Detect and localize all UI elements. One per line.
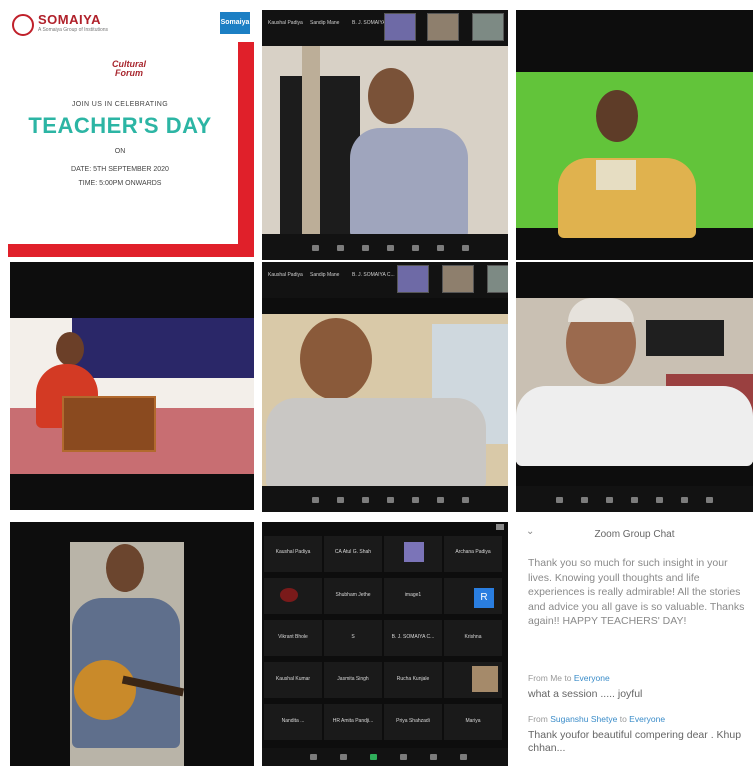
gallery-view-tile[interactable]: Kaushal Padiya CA Atul G. Shah Archana P… — [262, 522, 508, 766]
person-torso — [266, 398, 486, 488]
harmonium — [62, 396, 156, 452]
poster-red-border-vertical — [238, 42, 254, 257]
poster-time: TIME: 5:00PM ONWARDS — [78, 180, 162, 187]
shadow-area — [280, 76, 360, 234]
poster-headline: TEACHER'S DAY — [28, 113, 212, 138]
cultural-forum-logo: Cultural Forum — [111, 59, 146, 78]
person-head — [596, 90, 638, 142]
participant-thumbnail[interactable] — [487, 265, 508, 293]
chat-message: Thank you so much for such insight in yo… — [528, 557, 745, 627]
strip-name: Kaushal Padiya — [268, 20, 303, 26]
gallery-participant-name: Krishna — [464, 634, 482, 640]
gallery-participant-name: Rucha Kunjale — [396, 676, 430, 682]
gallery-participant-name: Shubham Jethe — [335, 592, 371, 598]
chat-sender-line: From Me to Everyone — [528, 673, 610, 683]
participant-avatar — [404, 542, 424, 562]
gallery-participant-name: Vikrant Bhole — [278, 634, 308, 640]
person-head — [106, 544, 144, 592]
chat-message: Thank youfor beautiful compering dear . … — [528, 729, 742, 754]
person-head — [300, 318, 372, 400]
video-feed — [70, 542, 185, 766]
gallery-participant-name: HR Amita Pandji... — [332, 718, 374, 724]
participant-strip: Kaushal Padiya Sandip Mane B. J. SOMAIYA… — [262, 262, 508, 298]
garment — [596, 160, 636, 190]
person-torso — [350, 128, 468, 238]
chat-recipient[interactable]: Everyone — [574, 673, 610, 683]
participant-thumbnail[interactable] — [427, 13, 459, 41]
zoom-toolbar — [262, 234, 508, 260]
video-tile-speaker-3[interactable]: Kaushal Padiya Sandip Mane B. J. SOMAIYA… — [262, 262, 508, 512]
brand-name: SOMAIYA — [38, 12, 101, 27]
teachers-day-poster: SOMAIYA A Somaiya Group of Institutions … — [0, 0, 254, 257]
participant-thumbnail[interactable] — [384, 13, 416, 41]
zoom-toolbar — [262, 486, 508, 512]
chat-sender-prefix: From Me to — [528, 673, 572, 683]
background-box — [646, 320, 724, 356]
poster-date: DATE: 5TH SEPTEMBER 2020 — [71, 166, 169, 173]
chat-recipient[interactable]: Everyone — [629, 714, 665, 724]
video-feed — [516, 72, 753, 238]
gallery-participant-name: Jasmita Singh — [337, 676, 369, 682]
poster-join-text: JOIN US IN CELEBRATING — [71, 101, 169, 108]
somaiya-logo-icon — [12, 14, 34, 36]
zoom-toolbar — [262, 748, 508, 766]
participant-strip: Kaushal Padiya Sandip Mane B. J. SOMAIYA… — [262, 10, 508, 46]
video-tile-musician-1[interactable] — [10, 262, 254, 510]
video-tile-speaker-4[interactable] — [516, 262, 753, 512]
chat-title: Zoom Group Chat — [594, 529, 675, 540]
strip-name: Sandip Mane — [310, 272, 340, 278]
gallery-participant-name: B. J. SOMAIYA C... — [391, 634, 435, 640]
poster-on-text: ON — [114, 148, 126, 155]
gallery-participant-name: Priya Shahzadi — [396, 718, 430, 724]
poster-red-border-horizontal — [8, 244, 254, 257]
video-feed — [262, 46, 508, 238]
video-feed — [516, 298, 753, 466]
grey-hair — [568, 298, 634, 322]
participant-avatar — [280, 588, 298, 602]
person-head — [368, 68, 414, 124]
somaiya-badge: Somaiya — [220, 12, 250, 34]
video-tile-musician-2[interactable] — [10, 522, 254, 766]
gallery-participant-name: Nandita ... — [281, 718, 305, 724]
video-tile-speaker-2[interactable] — [516, 10, 753, 260]
video-feed — [262, 314, 508, 488]
chat-message: what a session ..... joyful — [528, 688, 643, 700]
participant-initial-badge: R — [474, 588, 494, 608]
gallery-close-icon[interactable] — [496, 524, 504, 530]
participant-photo — [472, 666, 498, 692]
gallery-participant-name: Mariya — [465, 718, 481, 724]
zoom-group-chat-panel[interactable]: ⌄ Zoom Group Chat Thank you so much for … — [516, 516, 753, 766]
wall-edge — [302, 46, 320, 234]
participant-thumbnail[interactable] — [472, 13, 504, 41]
chat-to: to — [619, 714, 627, 724]
video-tile-speaker-1[interactable]: Kaushal Padiya Sandip Mane B. J. SOMAIYA… — [262, 10, 508, 260]
gallery-participant-name: S — [351, 634, 355, 640]
gallery-participant-name: image1 — [404, 592, 422, 598]
strip-name: Kaushal Padiya — [268, 272, 303, 278]
chat-sender-prefix: From — [528, 714, 548, 724]
gallery-participant-name: Kaushal Kumar — [275, 676, 311, 682]
person-torso — [516, 386, 753, 466]
video-feed — [10, 318, 254, 474]
person-head — [56, 332, 84, 366]
guitar-body — [74, 660, 136, 720]
brand-subtitle: A Somaiya Group of Institutions — [38, 27, 109, 33]
zoom-toolbar — [516, 486, 753, 512]
participant-thumbnail[interactable] — [442, 265, 474, 293]
gallery-participant-name: Kaushal Padiya — [275, 549, 311, 555]
strip-name: B. J. SOMAIYA C... — [352, 272, 395, 278]
chat-sender-line: From Suganshu Shetye to Everyone — [528, 714, 665, 724]
gallery-participant-name: Archana Padiya — [455, 549, 491, 555]
participant-thumbnail[interactable] — [397, 265, 429, 293]
chat-sender[interactable]: Suganshu Shetye — [550, 714, 617, 724]
strip-name: Sandip Mane — [310, 20, 340, 26]
gallery-participant-name: CA Atul G. Shah — [334, 549, 372, 555]
curtain — [72, 318, 254, 378]
